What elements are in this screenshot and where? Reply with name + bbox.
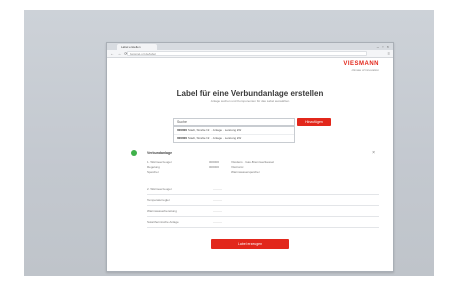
component-fields: 2. Wärmeerzeuger ——— Temperaturregler ——… [147, 184, 379, 228]
browser-window: Label erstellen – ▫ × ← → ⟳ beispiel-url… [106, 42, 394, 272]
detail-value: Warmwasserspeicher [231, 170, 260, 174]
brand-tagline: climate of innovation [351, 68, 379, 72]
tab-title: Label erstellen [121, 45, 141, 49]
navigation-icons[interactable]: ← → ⟳ [110, 51, 129, 56]
browser-menu-icon[interactable]: ≡ [388, 51, 390, 56]
result-text: Stadt, Straße Nr. · Anlage · Leistung kW [187, 128, 242, 132]
close-icon[interactable]: × [372, 150, 375, 156]
field-label: Temperaturregler [147, 198, 170, 202]
tab-bar: Label erstellen – ▫ × [107, 43, 393, 50]
field-value: ——— [213, 209, 222, 213]
add-button[interactable]: Hinzufügen [297, 118, 331, 126]
result-id: 000000 [177, 128, 188, 132]
search-results-dropdown: 000000 Stadt, Straße Nr. · Anlage · Leis… [173, 126, 295, 143]
detail-key: Speicher [147, 170, 159, 174]
component-field[interactable]: Solarthermische Anlage ——— [147, 217, 379, 228]
page-subtitle: Anlage suchen und Komponenten für das La… [210, 99, 290, 103]
component-field[interactable]: Warmwasserbereitung ——— [147, 206, 379, 217]
address-bar: ← → ⟳ beispiel-url.de/label ≡ [107, 50, 393, 58]
page-title: Label für eine Verbundanlage erstellen [176, 89, 324, 98]
url-field[interactable]: beispiel-url.de/label [127, 51, 367, 56]
component-field[interactable]: 2. Wärmeerzeuger ——— [147, 184, 379, 195]
search-input[interactable]: Suche [173, 118, 295, 126]
detail-row: Speicher Warmwasserspeicher [147, 170, 377, 175]
field-label: Warmwasserbereitung [147, 209, 177, 213]
component-field[interactable]: Temperaturregler ——— [147, 195, 379, 206]
search-result-item[interactable]: 000000 Stadt, Straße Nr. · Anlage · Leis… [174, 127, 294, 134]
entry-details: 1. Wärmeerzeuger 000000 Vitodens · Gas-B… [147, 160, 377, 175]
result-text: Stadt, Straße Nr. · Anlage · Leistung kW [187, 136, 242, 140]
status-indicator [131, 150, 137, 156]
search-result-item[interactable]: 000000 Stadt, Straße Nr. · Anlage · Leis… [174, 134, 294, 142]
window-controls[interactable]: – ▫ × [377, 44, 390, 49]
brand-logo: VIESMANN [343, 61, 379, 67]
field-value: ——— [213, 198, 222, 202]
create-label-button[interactable]: Label erzeugen [211, 239, 289, 249]
result-id: 000000 [177, 136, 188, 140]
field-label: Solarthermische Anlage [147, 220, 179, 224]
field-label: 2. Wärmeerzeuger [147, 187, 172, 191]
field-value: ——— [213, 187, 222, 191]
entry-title: Verbundanlage [147, 151, 173, 155]
field-value: ——— [213, 220, 222, 224]
